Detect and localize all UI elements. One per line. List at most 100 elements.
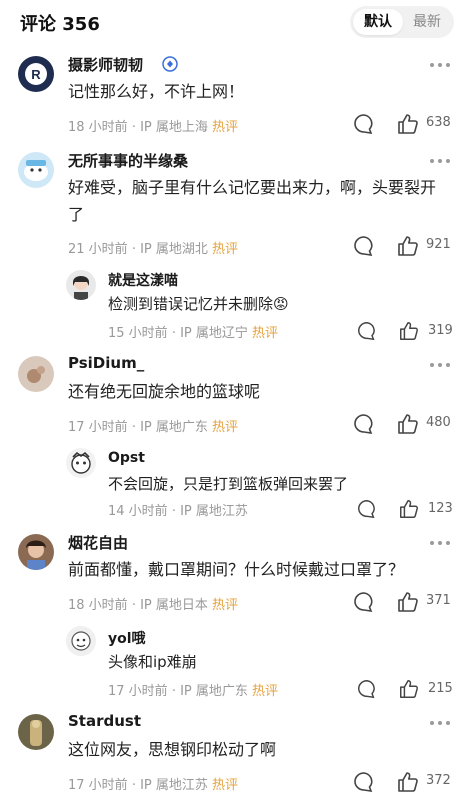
comment-bubble-icon[interactable] [356,678,378,700]
comment-bubble-icon[interactable] [352,770,376,794]
avatar[interactable] [18,356,54,392]
comment-ip: IP 属地日本 [140,598,208,613]
comment-time: 14 小时前 [108,504,168,519]
comment-meta: 18 小时前 · IP 属地上海 热评 [68,120,239,135]
hot-badge: 热评 [212,598,239,613]
reply-item: yol哦 头像和ip难崩 17 小时前 · IP 属地广东 热评 215 [0,624,472,706]
comment-ip: IP 属地江苏 [180,504,248,519]
thumb-up-icon [400,500,418,518]
hot-badge: 热评 [212,242,239,257]
comment-bubble-icon[interactable] [352,412,376,436]
comment-text: 这位网友，思想钢印松动了啊 [68,740,277,759]
hot-badge: 热评 [252,326,279,341]
like-button[interactable]: 480 [396,412,456,436]
like-button[interactable]: 372 [396,770,456,794]
reply-item: 就是这漾喵 检测到错误记忆并未删除😡 15 小时前 · IP 属地辽宁 热评 3… [0,268,472,350]
avatar[interactable] [18,714,54,750]
comment-ip: IP 属地辽宁 [180,326,248,341]
reply-item: Opst 不会回旋，只是打到篮板弹回来罢了 14 小时前 · IP 属地江苏 1… [0,446,472,526]
comment-text-body: 检测到错误记忆并未删除 [108,295,274,313]
comment-meta: 17 小时前 · IP 属地广东 热评 [68,420,239,435]
verified-badge-icon [162,56,178,76]
like-count: 372 [426,773,451,788]
avatar[interactable] [18,152,54,188]
like-count: 480 [426,415,451,430]
like-count: 371 [426,593,451,608]
like-button[interactable]: 371 [396,590,456,614]
avatar[interactable]: R [18,56,54,92]
avatar[interactable] [66,270,96,300]
comment-author[interactable]: 烟花自由 [68,532,128,553]
comment-bubble-icon[interactable] [352,590,376,614]
comment-text: 头像和ip难崩 [108,653,197,671]
thumb-up-icon [398,114,418,134]
comment-meta: 15 小时前 · IP 属地辽宁 热评 [108,326,279,341]
more-dots-icon[interactable] [428,538,454,548]
hot-badge: 热评 [212,420,239,435]
comment-item: Stardust 这位网友，思想钢印松动了啊 17 小时前 · IP 属地江苏 … [0,712,472,800]
like-button[interactable]: 123 [398,498,458,522]
avatar[interactable] [66,626,96,656]
like-button[interactable]: 638 [396,112,456,136]
comment-author[interactable]: Stardust [68,712,141,730]
comments-header: 评论 356 默认 最新 [0,0,472,44]
comment-meta: 21 小时前 · IP 属地湖北 热评 [68,242,239,257]
thumb-up-icon [400,322,418,340]
comment-author[interactable]: 摄影师韧韧 [68,54,143,75]
comment-ip: IP 属地江苏 [140,778,208,793]
thumb-up-icon [398,236,418,256]
comment-time: 17 小时前 [108,684,168,699]
comment-ip: IP 属地广东 [180,684,248,699]
comment-meta: 17 小时前 · IP 属地江苏 热评 [68,778,239,793]
like-count: 921 [426,237,451,252]
comments-count-title: 评论 356 [20,14,100,35]
comment-time: 15 小时前 [108,326,168,341]
comment-time: 21 小时前 [68,242,128,257]
svg-text:R: R [31,67,41,82]
comment-time: 17 小时前 [68,778,128,793]
like-button[interactable]: 921 [396,234,456,258]
avatar[interactable] [66,448,96,478]
comment-author[interactable]: 就是这漾喵 [108,270,178,290]
more-dots-icon[interactable] [428,718,454,728]
comment-text: 前面都懂，戴口罩期间？什么时候戴过口罩了？ [68,560,405,579]
sort-latest-tab[interactable]: 最新 [402,9,452,35]
comment-item: 无所事事的半缘桑 好难受，脑子里有什么记忆要出来力，啊，头要裂开了 21 小时前… [0,148,472,264]
like-button[interactable]: 215 [398,678,458,702]
comment-text: 好难受，脑子里有什么记忆要出来力，啊，头要裂开了 [68,178,437,224]
comment-item: R 摄影师韧韧 记性那么好，不许上网！ 18 小时前 · IP 属地上海 热评 … [0,52,472,142]
comment-item: PsiDium_ 还有绝无回旋余地的篮球呢 17 小时前 · IP 属地广东 热… [0,354,472,442]
thumb-up-icon [400,680,418,698]
more-dots-icon[interactable] [428,156,454,166]
thumb-up-icon [398,772,418,792]
more-dots-icon[interactable] [428,60,454,70]
hot-badge: 热评 [212,778,239,793]
comment-bubble-icon[interactable] [356,498,378,520]
comment-bubble-icon[interactable] [352,112,376,136]
like-count: 215 [428,681,453,696]
comment-text: 还有绝无回旋余地的篮球呢 [68,382,261,401]
hot-badge: 热评 [252,684,279,699]
comment-author[interactable]: PsiDium_ [68,354,144,372]
sort-default-tab[interactable]: 默认 [353,9,403,35]
comment-text: 记性那么好，不许上网！ [68,82,245,101]
more-dots-icon[interactable] [428,360,454,370]
angry-emoji-icon: 😡 [273,295,289,313]
comment-time: 18 小时前 [68,598,128,613]
comment-bubble-icon[interactable] [352,234,376,258]
like-count: 123 [428,501,453,516]
comment-author[interactable]: Opst [108,450,145,466]
thumb-up-icon [398,414,418,434]
avatar[interactable] [18,534,54,570]
comment-ip: IP 属地湖北 [140,242,208,257]
comment-meta: 14 小时前 · IP 属地江苏 [108,504,248,519]
comment-author[interactable]: 无所事事的半缘桑 [68,150,188,171]
comment-time: 18 小时前 [68,120,128,135]
like-button[interactable]: 319 [398,320,458,344]
comment-bubble-icon[interactable] [356,320,378,342]
comment-ip: IP 属地广东 [140,420,208,435]
hot-badge: 热评 [212,120,239,135]
comment-meta: 17 小时前 · IP 属地广东 热评 [108,684,279,699]
comment-ip: IP 属地上海 [140,120,208,135]
comment-author[interactable]: yol哦 [108,628,146,648]
